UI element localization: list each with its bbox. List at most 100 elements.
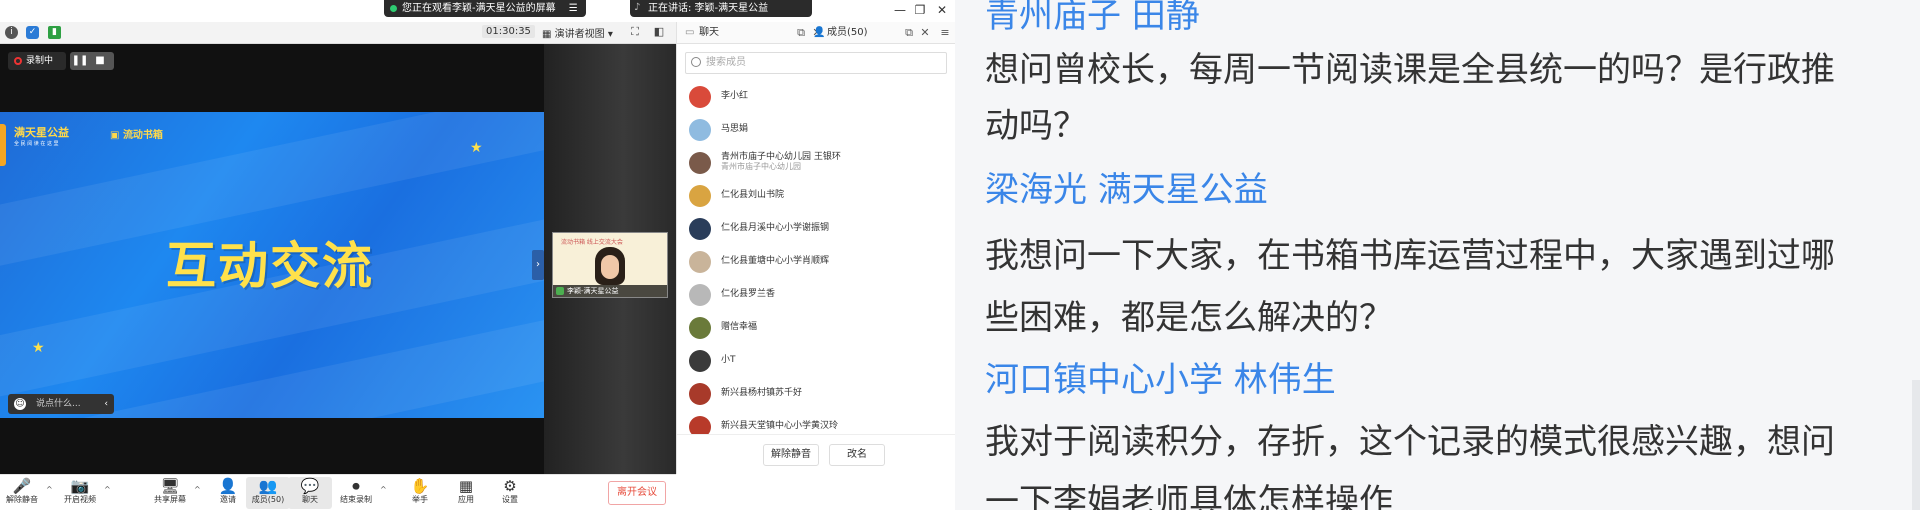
layout-icon[interactable]: ◧ <box>652 25 666 39</box>
chevron-up-icon[interactable]: ^ <box>194 485 202 494</box>
shield-icon[interactable]: ✓ <box>26 26 39 39</box>
member-name: 赠信幸福 <box>721 322 758 332</box>
collapse-gallery-button[interactable]: › <box>532 250 544 280</box>
presentation-slide: 满天星公益 全 民 阅 读 在 这 里 ▣ 流动书箱 互动交流 ★ ★ <box>0 112 544 418</box>
start-video-button-label: 开启视频 <box>64 495 96 504</box>
settings-button[interactable]: ⚙ 设置 <box>488 477 532 509</box>
chevron-up-icon[interactable]: ^ <box>380 485 388 494</box>
unmute-all-button[interactable]: 解除静音 <box>763 444 819 466</box>
scrollbar[interactable] <box>1912 380 1920 510</box>
popout-members-icon[interactable]: ⧉ <box>903 26 915 40</box>
member-list-item[interactable]: 赠信幸福 <box>677 311 955 344</box>
avatar <box>689 251 711 273</box>
meeting-toolbar: 离开会议 🎤 解除静音 📷 开启视频 🖥 共享屏幕 👤 邀请 👥 成员(50) 💬 聊天 ⏺ 结束录制 ✋ 举… <box>0 474 676 510</box>
close-members-icon[interactable]: ✕ <box>919 26 931 40</box>
members-button[interactable]: 👥 成员(50) <box>246 477 290 509</box>
view-mode-dropdown[interactable]: ▦ 演讲者视图 ▾ <box>542 25 613 40</box>
panel-menu-icon[interactable]: ≡ <box>939 26 951 40</box>
fullscreen-icon[interactable]: ⛶ <box>628 25 642 39</box>
chat-button[interactable]: 💬 聊天 <box>288 477 332 509</box>
share-screen-button[interactable]: 🖥 共享屏幕 <box>148 477 192 509</box>
member-name: 仁化县罗兰香 <box>721 289 776 299</box>
member-name: 马思娟 <box>721 124 749 134</box>
microphone-icon: ♪ <box>634 2 641 13</box>
members-button-label: 成员(50) <box>251 495 285 504</box>
chat-icon: ▭ <box>685 27 695 38</box>
message-sender: 梁海光 满天星公益 <box>985 170 1268 210</box>
screen-share-icon: 🖥 <box>160 477 180 495</box>
pause-recording-button[interactable]: ❚❚ <box>70 52 90 70</box>
member-search-input[interactable]: 搜索成员 <box>685 52 947 74</box>
book-box-brand-name: 流动书箱 <box>122 130 163 141</box>
member-list-item[interactable]: 李小红 <box>677 80 955 113</box>
screen-share-notice[interactable]: 您正在观看李颖-满天星公益的屏幕 ☰ <box>384 0 586 17</box>
chevron-down-icon: ▾ <box>604 29 613 40</box>
chevron-left-icon[interactable]: ‹ <box>104 394 108 414</box>
message-text: 我对于阅读积分，存折，这个记录的模式很感兴趣，想问 <box>985 422 1835 462</box>
member-list-item[interactable]: 仁化县月溪中心小学谢振钢 <box>677 212 955 245</box>
raise-hand-button[interactable]: ✋ 举手 <box>398 477 442 509</box>
thumbnail-caption: 李颖-满天星公益 <box>553 285 667 297</box>
popout-chat-icon[interactable]: ⧉ <box>795 26 807 40</box>
members-icon: 👥 <box>258 477 278 495</box>
avatar <box>689 350 711 372</box>
start-video-button[interactable]: 📷 开启视频 <box>58 477 102 509</box>
member-list-item[interactable]: 小T <box>677 344 955 377</box>
leave-meeting-button[interactable]: 离开会议 <box>608 481 666 505</box>
recording-controls: ❚❚ ■ <box>70 52 114 70</box>
minimize-button[interactable]: — <box>890 0 910 20</box>
avatar <box>689 218 711 240</box>
grid-icon: ▦ <box>542 29 555 40</box>
panel-tabs: ▭ 聊天 ⧉ ✕ 👤 成员(50) ⧉ ✕ ≡ <box>677 22 955 44</box>
thumbnail-banner-text: 流动书箱 线上交流大会 <box>561 239 623 246</box>
speaker-video-thumbnail[interactable]: 流动书箱 线上交流大会 李颖-满天星公益 <box>552 232 668 298</box>
member-list-item[interactable]: 仁化县罗兰香 <box>677 278 955 311</box>
tab-members-label: 成员(50) <box>827 27 868 38</box>
stop-recording-button[interactable]: ⏺ 结束录制 <box>334 477 378 509</box>
tab-members[interactable]: 👤 成员(50) <box>809 22 868 44</box>
brand-name: 满天星公益 <box>14 126 69 139</box>
message-text: 动吗？ <box>985 106 1087 146</box>
invite-button[interactable]: 👤 邀请 <box>206 477 250 509</box>
star-icon: ★ <box>32 340 45 356</box>
restore-button[interactable]: ❐ <box>910 0 930 20</box>
quick-chat-input[interactable]: ☺ 说点什么... ‹ <box>8 394 114 414</box>
meeting-app-window: 您正在观看李颖-满天星公益的屏幕 ☰ ♪ 正在讲话: 李颖-满天星公益 — ❐ … <box>0 0 955 510</box>
emoji-icon[interactable]: ☺ <box>14 398 26 410</box>
avatar <box>689 152 711 174</box>
brand-logo-mantianxing: 满天星公益 全 民 阅 读 在 这 里 <box>14 124 69 147</box>
screen-share-notice-text: 您正在观看李颖-满天星公益的屏幕 <box>402 3 556 14</box>
speaker-avatar <box>595 247 625 285</box>
member-list-item[interactable]: 仁化县刘山书院 <box>677 179 955 212</box>
slide-title: 互动交流 <box>166 237 374 295</box>
avatar <box>689 284 711 306</box>
message-text: 我想问一下大家，在书箱书库运营过程中，大家遇到过哪 <box>985 236 1835 276</box>
close-window-button[interactable]: ✕ <box>932 0 952 20</box>
avatar <box>689 86 711 108</box>
recording-label: 录制中 <box>26 56 54 66</box>
member-list-item[interactable]: 马思娟 <box>677 113 955 146</box>
apps-button[interactable]: ▦ 应用 <box>444 477 488 509</box>
speaking-indicator-text: 正在讲话: 李颖-满天星公益 <box>648 3 769 14</box>
info-icon[interactable]: i <box>5 26 18 39</box>
chat-transcript: 青州庙子 田静 想问曾校长，每周一节阅读课是全县统一的吗？是行政推 动吗？ 梁海光 满… <box>955 0 1920 510</box>
tab-chat[interactable]: ▭ 聊天 <box>681 22 719 44</box>
member-list-item[interactable]: 仁化县董塘中心小学肖顺辉 <box>677 245 955 278</box>
meeting-timer: 01:30:35 <box>482 25 535 38</box>
person-icon: 👤 <box>813 27 826 38</box>
signal-icon[interactable]: ▮ <box>48 26 61 39</box>
member-list-item[interactable]: 青州市庙子中心幼儿园 王银环 青州市庙子中心幼儿园 <box>677 146 955 179</box>
chevron-up-icon[interactable]: ^ <box>46 485 54 494</box>
unmute-button[interactable]: 🎤 解除静音 <box>0 477 44 509</box>
star-icon: ★ <box>470 140 483 156</box>
chevron-up-icon[interactable]: ^ <box>104 485 112 494</box>
invite-button-label: 邀请 <box>220 495 236 504</box>
stop-recording-button[interactable]: ■ <box>90 52 110 70</box>
member-name: 仁化县董塘中心小学肖顺辉 <box>721 256 830 266</box>
rename-button[interactable]: 改名 <box>829 444 885 466</box>
member-list-item[interactable]: 新兴县杨村镇苏千好 <box>677 377 955 410</box>
avatar <box>689 185 711 207</box>
share-menu-icon[interactable]: ☰ <box>569 3 578 14</box>
message-sender: 青州庙子 田静 <box>985 0 1200 36</box>
book-box-icon: ▣ <box>110 130 123 141</box>
